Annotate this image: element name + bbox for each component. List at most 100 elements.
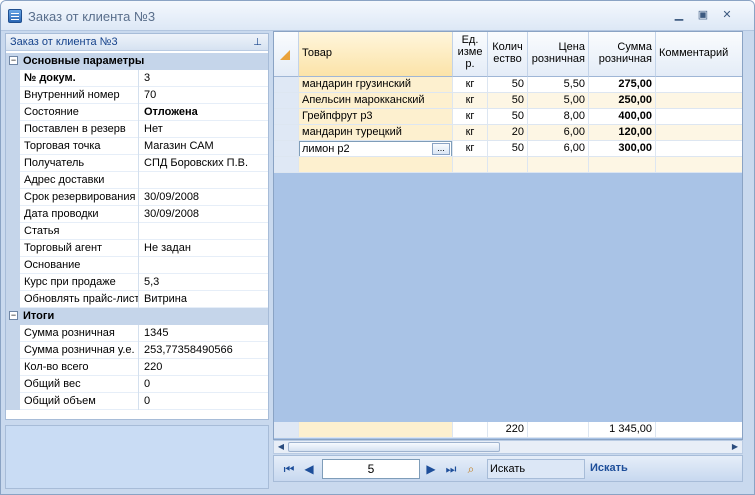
first-record-icon[interactable]: ⏮ [282,462,296,476]
cell-qty[interactable]: 50 [488,141,528,157]
header-product[interactable]: Товар [299,32,453,77]
scroll-left-icon[interactable]: ◀ [274,441,288,453]
scroll-thumb[interactable] [288,442,500,452]
collapse-icon[interactable]: − [9,311,18,320]
new-row[interactable] [274,157,742,173]
cell-product[interactable]: лимон р2... [299,141,453,157]
cell-price[interactable]: 5,00 [528,93,589,109]
property-value[interactable]: 30/09/2008 [140,189,268,206]
property-value[interactable]: 253,77358490566 [140,342,268,359]
cell-sum[interactable]: 300,00 [589,141,656,157]
find-icon[interactable]: ⌕ [464,462,478,476]
property-row[interactable]: Сумма розничная у.е. 253,77358490566 [6,342,268,359]
property-row[interactable]: Поставлен в резерв Нет [6,121,268,138]
property-value[interactable]: 0 [140,393,268,410]
property-value[interactable]: Нет [140,121,268,138]
cell-unit[interactable]: кг [453,141,488,157]
maximize-icon[interactable]: ▣ [695,8,711,22]
cell-product[interactable]: мандарин грузинский [299,77,453,93]
pin-icon[interactable]: ⊥ [253,34,262,51]
cell-price[interactable]: 5,50 [528,77,589,93]
cell-price[interactable]: 6,00 [528,141,589,157]
header-sum[interactable]: Сумма розничная [589,32,656,77]
page-number-field[interactable]: 5 [322,459,420,479]
prev-record-icon[interactable]: ◀ [302,462,316,476]
search-button[interactable]: Искать [590,462,628,474]
property-value[interactable]: Витрина [140,291,268,308]
header-indicator[interactable] [274,32,299,77]
cell-comment[interactable] [656,157,742,173]
cell-product[interactable]: Грейпфрут р3 [299,109,453,125]
property-value[interactable]: 0 [140,376,268,393]
property-value[interactable]: 3 [140,70,268,87]
table-row[interactable]: лимон р2... кг 50 6,00 300,00 [274,141,742,157]
header-unit[interactable]: Ед. изме р. [453,32,488,77]
cell-product[interactable]: мандарин турецкий [299,125,453,141]
category-row[interactable]: − Итоги [6,308,268,325]
header-qty[interactable]: Колич ество [488,32,528,77]
property-row[interactable]: Адрес доставки [6,172,268,189]
cell-comment[interactable] [656,77,742,93]
property-row[interactable]: Курс при продаже 5,3 [6,274,268,291]
cell-sum[interactable] [589,157,656,173]
close-icon[interactable]: ✕ [719,8,735,22]
property-row[interactable]: Получатель СПД Боровских П.В. [6,155,268,172]
cell-sum[interactable]: 400,00 [589,109,656,125]
cell-unit[interactable]: кг [453,93,488,109]
property-value[interactable]: 70 [140,87,268,104]
property-row[interactable]: Состояние Отложена [6,104,268,121]
property-row[interactable]: Внутренний номер 70 [6,87,268,104]
cell-comment[interactable] [656,93,742,109]
table-row[interactable]: Апельсин марокканский кг 50 5,00 250,00 [274,93,742,109]
cell-comment[interactable] [656,141,742,157]
header-price[interactable]: Цена розничная [528,32,589,77]
property-row[interactable]: Общий вес 0 [6,376,268,393]
property-value[interactable]: 30/09/2008 [140,206,268,223]
cell-comment[interactable] [656,109,742,125]
cell-sum[interactable]: 275,00 [589,77,656,93]
cell-qty[interactable]: 50 [488,77,528,93]
property-row[interactable]: Торговый агент Не задан [6,240,268,257]
cell-qty[interactable] [488,157,528,173]
property-value[interactable] [140,257,268,274]
cell-price[interactable]: 8,00 [528,109,589,125]
next-record-icon[interactable]: ▶ [424,462,438,476]
property-value[interactable]: Отложена [140,104,268,121]
property-row[interactable]: Срок резервирования 30/09/2008 [6,189,268,206]
property-value[interactable]: Магазин САМ [140,138,268,155]
property-row[interactable]: Основание [6,257,268,274]
property-row[interactable]: № докум. 3 [6,70,268,87]
cell-unit[interactable]: кг [453,125,488,141]
property-value[interactable] [140,172,268,189]
cell-qty[interactable]: 50 [488,93,528,109]
cell-product[interactable] [299,157,453,173]
property-value[interactable]: 220 [140,359,268,376]
table-row[interactable]: мандарин турецкий кг 20 6,00 120,00 [274,125,742,141]
category-row[interactable]: − Основные параметры [6,53,268,70]
property-row[interactable]: Кол-во всего 220 [6,359,268,376]
cell-product[interactable]: Апельсин марокканский [299,93,453,109]
property-value[interactable]: 5,3 [140,274,268,291]
header-comment[interactable]: Комментарий [656,32,742,77]
last-record-icon[interactable]: ⏭ [444,462,458,476]
cell-unit[interactable] [453,157,488,173]
property-value[interactable]: 1345 [140,325,268,342]
cell-comment[interactable] [656,125,742,141]
property-value[interactable] [140,223,268,240]
cell-sum[interactable]: 250,00 [589,93,656,109]
cell-qty[interactable]: 20 [488,125,528,141]
collapse-icon[interactable]: − [9,56,18,65]
property-row[interactable]: Дата проводки 30/09/2008 [6,206,268,223]
property-value[interactable]: Не задан [140,240,268,257]
property-row[interactable]: Общий объем 0 [6,393,268,410]
property-value[interactable]: СПД Боровских П.В. [140,155,268,172]
cell-unit[interactable]: кг [453,77,488,93]
cell-qty[interactable]: 50 [488,109,528,125]
cell-sum[interactable]: 120,00 [589,125,656,141]
horizontal-scrollbar[interactable]: ◀ ▶ [273,440,743,454]
product-editor[interactable]: лимон р2... [299,141,452,156]
search-input[interactable]: Искать [487,459,585,479]
cell-unit[interactable]: кг [453,109,488,125]
property-row[interactable]: Торговая точка Магазин САМ [6,138,268,155]
property-row[interactable]: Статья [6,223,268,240]
